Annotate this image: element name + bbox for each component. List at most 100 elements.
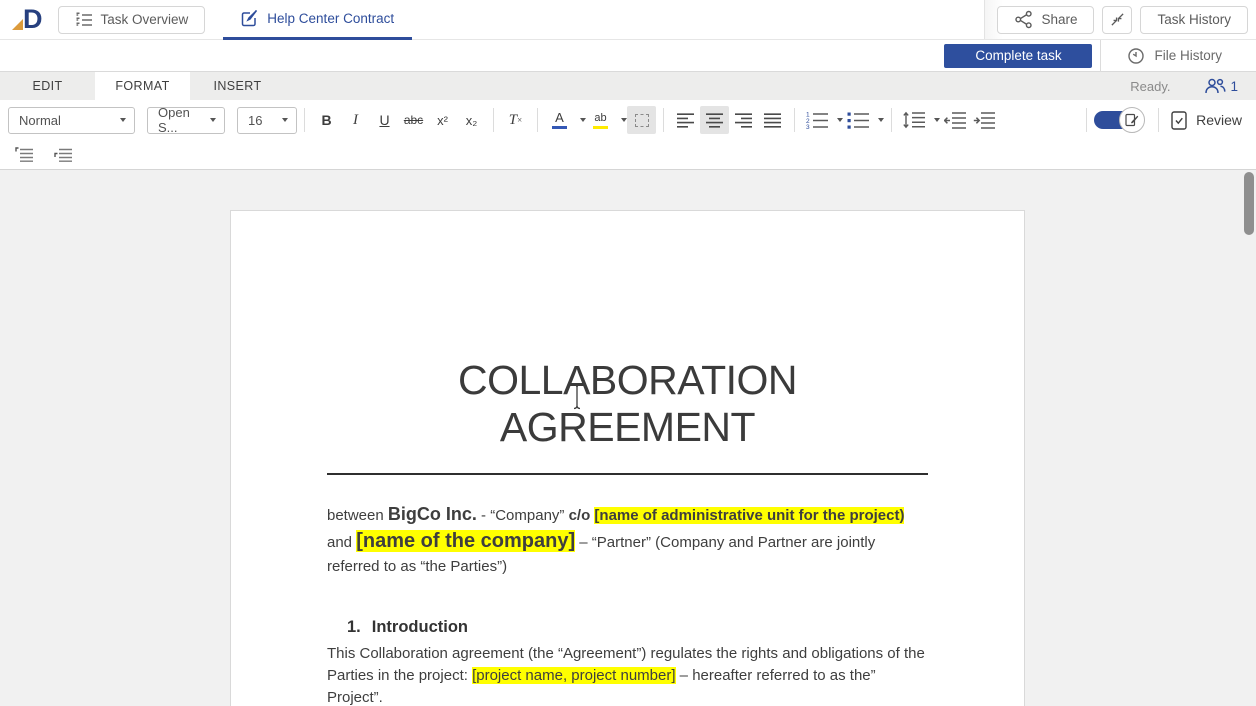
task-list-icon (75, 12, 93, 28)
task-overview-tab[interactable]: Task Overview (58, 6, 206, 34)
section-title: Introduction (372, 618, 468, 636)
bullet-list-dropdown[interactable] (872, 106, 884, 134)
formatting-toolbar: Normal Open S... 16 B I U abc x² x₂ T× A… (0, 100, 1256, 140)
svg-text:3: 3 (806, 124, 810, 129)
title-rule (327, 473, 928, 475)
toolbar-separator (1158, 108, 1159, 132)
share-label: Share (1041, 12, 1077, 27)
toolbar-separator (493, 108, 494, 132)
share-button[interactable]: Share (997, 6, 1094, 34)
status-text: Ready. (1130, 79, 1170, 94)
highlight-glyph: ab (594, 112, 606, 124)
document-tab-active[interactable]: Help Center Contract (223, 0, 412, 40)
app-root: D Task Overview Help Center Contract (0, 0, 1256, 706)
indent-level-icon (54, 147, 74, 162)
document-page[interactable]: COLLABORATION AGREEMENT between BigCo In… (230, 210, 1025, 706)
text-segment: - “Company” (477, 507, 569, 524)
task-overview-label: Task Overview (101, 12, 189, 27)
text-segment: and (327, 534, 356, 551)
align-left-icon (677, 113, 694, 128)
intro-paragraph[interactable]: This Collaboration agreement (the “Agree… (327, 643, 928, 706)
section-number: 1. (347, 618, 361, 636)
page-content: COLLABORATION AGREEMENT between BigCo In… (231, 211, 1024, 706)
font-size-value: 16 (248, 113, 262, 128)
paragraph-outline-button[interactable] (10, 141, 39, 169)
toolbar-separator (537, 108, 538, 132)
app-logo[interactable]: D (12, 6, 42, 33)
bold-button[interactable]: B (312, 106, 341, 134)
logo-triangle-icon (12, 19, 23, 30)
document-title[interactable]: COLLABORATION AGREEMENT (327, 357, 928, 451)
party-paragraph[interactable]: between BigCo Inc. - “Company” c/o [name… (327, 501, 928, 578)
complete-task-button[interactable]: Complete task (944, 44, 1092, 68)
numbered-list-button[interactable]: 1 2 3 (802, 106, 831, 134)
toolbar-separator (663, 108, 664, 132)
scrollbar-thumb[interactable] (1244, 172, 1254, 235)
numbered-list-dropdown[interactable] (831, 106, 843, 134)
vertical-scrollbar[interactable] (1242, 170, 1256, 706)
file-history-button[interactable]: File History (1101, 47, 1256, 65)
chevron-down-icon (282, 118, 288, 122)
font-family-select[interactable]: Open S... (147, 107, 225, 134)
task-history-label: Task History (1157, 12, 1231, 27)
subscript-button[interactable]: x₂ (457, 106, 486, 134)
edit-document-icon (1125, 113, 1139, 127)
line-spacing-dropdown[interactable] (928, 106, 940, 134)
toolbar-right-group: Review (1079, 107, 1242, 133)
document-tab-label: Help Center Contract (267, 11, 394, 26)
line-spacing-button[interactable] (899, 106, 928, 134)
text-segment: [name of administrative unit for the pro… (594, 507, 904, 524)
toggle-knob (1119, 107, 1145, 133)
ribbon-tab-format[interactable]: FORMAT (95, 72, 190, 100)
ribbon-tab-edit[interactable]: EDIT (0, 72, 95, 100)
borders-button[interactable] (627, 106, 656, 134)
secondary-toolbar (0, 140, 1256, 170)
ribbon-tab-insert[interactable]: INSERT (190, 72, 285, 100)
text-cursor (571, 383, 583, 410)
align-justify-icon (764, 113, 781, 128)
bullet-list-button[interactable] (843, 106, 872, 134)
clear-format-glyph: T (509, 112, 517, 129)
strikethrough-button[interactable]: abc (399, 106, 428, 134)
paragraph-style-select[interactable]: Normal (8, 107, 135, 134)
toolbar-separator (891, 108, 892, 132)
review-button[interactable]: Review (1171, 111, 1242, 130)
italic-button[interactable]: I (341, 106, 370, 134)
clock-icon (1127, 47, 1145, 65)
indent-icon (973, 111, 995, 129)
collapse-panel-button[interactable] (1102, 6, 1132, 34)
share-icon (1014, 10, 1033, 29)
online-count: 1 (1230, 79, 1238, 94)
online-users-indicator[interactable]: 1 (1204, 78, 1238, 94)
edit-pencil-icon (241, 9, 259, 27)
outline-level-icon (15, 147, 35, 162)
toolbar-separator (1086, 108, 1087, 132)
paragraph-indent-marker-button[interactable] (49, 141, 78, 169)
clear-format-x: × (517, 115, 522, 125)
superscript-button[interactable]: x² (428, 106, 457, 134)
text-segment: BigCo Inc. (388, 504, 477, 524)
task-history-button[interactable]: Task History (1140, 6, 1248, 34)
ribbon-tab-bar: EDIT FORMAT INSERT Ready. 1 (0, 72, 1256, 100)
highlight-color-bar (593, 126, 608, 129)
align-center-button[interactable] (700, 106, 729, 134)
align-right-button[interactable] (729, 106, 758, 134)
highlight-color-dropdown[interactable] (615, 106, 627, 134)
align-left-button[interactable] (671, 106, 700, 134)
chevron-down-icon (120, 118, 126, 122)
highlight-color-button[interactable]: ab (586, 106, 615, 134)
underline-button[interactable]: U (370, 106, 399, 134)
section-heading[interactable]: 1. Introduction (347, 618, 928, 637)
increase-indent-button[interactable] (969, 106, 998, 134)
font-color-button[interactable]: A (545, 106, 574, 134)
clear-formatting-button[interactable]: T× (501, 106, 530, 134)
ribbon-spacer (285, 72, 1130, 100)
font-size-select[interactable]: 16 (237, 107, 297, 134)
edit-mode-toggle[interactable] (1094, 107, 1146, 133)
font-color-dropdown[interactable] (574, 106, 586, 134)
decrease-indent-button[interactable] (940, 106, 969, 134)
toolbar-separator (794, 108, 795, 132)
align-justify-button[interactable] (758, 106, 787, 134)
chevron-down-icon (210, 118, 216, 122)
text-segment: between (327, 507, 388, 524)
